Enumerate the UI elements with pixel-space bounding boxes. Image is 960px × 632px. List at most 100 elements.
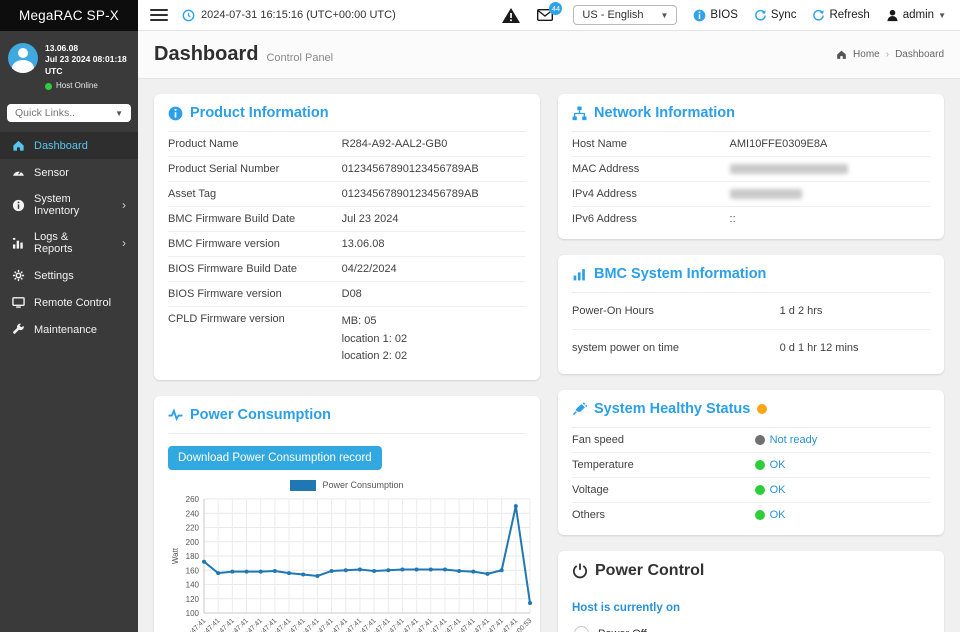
row-value: :: bbox=[730, 213, 930, 225]
sync-icon bbox=[754, 9, 767, 22]
sidebar-item-maintenance[interactable]: Maintenance bbox=[0, 316, 138, 343]
sync-button[interactable]: Sync bbox=[754, 9, 797, 22]
legend-swatch bbox=[290, 480, 316, 491]
breadcrumb-home[interactable]: Home bbox=[853, 49, 880, 60]
svg-text:240: 240 bbox=[186, 509, 200, 518]
wrench-icon bbox=[12, 323, 25, 336]
card-title: System Healthy Status bbox=[594, 401, 750, 417]
user-icon bbox=[886, 9, 899, 22]
bmc-system-information-card: BMC System Information Power-On Hours 1 … bbox=[558, 255, 944, 374]
card-title: Power Control bbox=[595, 562, 704, 580]
brand-logo: MegaRAC SP-X bbox=[0, 0, 138, 31]
table-row: CPLD Firmware version MB: 05 location 1:… bbox=[168, 307, 526, 372]
sidebar-item-label: System Inventory bbox=[34, 193, 104, 217]
svg-text:160: 160 bbox=[186, 566, 200, 575]
sidebar-item-sensor[interactable]: Sensor bbox=[0, 159, 138, 186]
status-badge[interactable]: OK bbox=[770, 459, 786, 471]
row-label: IPv4 Address bbox=[572, 188, 730, 200]
power-control-card: Power Control Host is currently on Power… bbox=[558, 551, 944, 632]
ipv4-address-redacted bbox=[730, 189, 802, 199]
row-value: MB: 05 location 1: 02 location 2: 02 bbox=[342, 313, 526, 366]
sidebar-item-system-inventory[interactable]: System Inventory › bbox=[0, 186, 138, 224]
row-label: BIOS Firmware Build Date bbox=[168, 263, 342, 275]
quick-links-placeholder: Quick Links.. bbox=[15, 107, 75, 119]
status-badge[interactable]: OK bbox=[770, 509, 786, 521]
svg-text:200: 200 bbox=[186, 538, 200, 547]
power-off-option[interactable]: Power Off bbox=[572, 618, 930, 632]
datetime-text: 2024-07-31 16:15:16 (UTC+00:00 UTC) bbox=[201, 9, 396, 21]
table-row: Temperature OK bbox=[572, 453, 930, 478]
info-icon bbox=[693, 9, 706, 22]
row-label: Product Serial Number bbox=[168, 163, 342, 175]
alert-count-badge: 44 bbox=[549, 2, 562, 15]
sidebar-item-dashboard[interactable]: Dashboard bbox=[0, 132, 138, 159]
network-icon bbox=[572, 106, 587, 121]
clock-icon bbox=[182, 9, 195, 22]
header-datetime: 2024-07-31 16:15:16 (UTC+00:00 UTC) bbox=[182, 9, 396, 22]
chevron-right-icon: › bbox=[122, 236, 126, 250]
power-consumption-card: Power Consumption Download Power Consump… bbox=[154, 396, 540, 632]
status-dot-green bbox=[755, 510, 765, 520]
row-label: Product Name bbox=[168, 138, 342, 150]
quick-links-select[interactable]: Quick Links.. ▼ bbox=[7, 104, 131, 122]
row-value: AMI10FFE0309E8A bbox=[730, 138, 930, 150]
info-icon bbox=[12, 199, 25, 212]
svg-text:180: 180 bbox=[186, 552, 200, 561]
row-label: Asset Tag bbox=[168, 188, 342, 200]
table-row: Product Serial Number 012345678901234567… bbox=[168, 157, 526, 182]
bios-button[interactable]: BIOS bbox=[693, 9, 737, 22]
sidebar-item-logs-reports[interactable]: Logs & Reports › bbox=[0, 224, 138, 262]
sidebar-item-label: Sensor bbox=[34, 167, 69, 179]
refresh-icon bbox=[812, 9, 825, 22]
radio-label: Power Off bbox=[598, 628, 647, 632]
warning-icon[interactable] bbox=[501, 7, 521, 24]
monitor-icon bbox=[12, 296, 25, 309]
notifications-mail[interactable]: 44 bbox=[537, 9, 553, 21]
refresh-button[interactable]: Refresh bbox=[812, 9, 869, 22]
chevron-down-icon: ▼ bbox=[115, 109, 123, 118]
host-status-label: Host Online bbox=[56, 81, 98, 92]
info-icon bbox=[168, 106, 183, 121]
sidebar-item-remote-control[interactable]: Remote Control bbox=[0, 289, 138, 316]
row-label: BMC Firmware version bbox=[168, 238, 342, 250]
product-information-card: Product Information Product Name R284-A9… bbox=[154, 94, 540, 380]
sidebar: 13.06.08 Jul 23 2024 08:01:18 UTC Host O… bbox=[0, 31, 138, 632]
sidebar-item-settings[interactable]: Settings bbox=[0, 262, 138, 289]
bar-chart-icon bbox=[572, 267, 587, 282]
breadcrumb: Home › Dashboard bbox=[836, 49, 944, 60]
row-label: Voltage bbox=[572, 484, 755, 496]
overall-health-dot bbox=[757, 404, 767, 414]
host-power-status: Host is currently on bbox=[572, 602, 930, 614]
page-title: Dashboard bbox=[154, 43, 258, 66]
row-label: MAC Address bbox=[572, 163, 730, 175]
row-label: Others bbox=[572, 509, 755, 521]
svg-text:260: 260 bbox=[186, 495, 200, 504]
hamburger-menu-icon[interactable] bbox=[150, 9, 168, 21]
table-row: BIOS Firmware version D08 bbox=[168, 282, 526, 307]
row-label: Host Name bbox=[572, 138, 730, 150]
svg-text:140: 140 bbox=[186, 580, 200, 589]
system-healthy-status-card: System Healthy Status Fan speed Not read… bbox=[558, 390, 944, 535]
row-label: BIOS Firmware version bbox=[168, 288, 342, 300]
table-row: Host Name AMI10FFE0309E8A bbox=[572, 132, 930, 157]
mac-address-redacted bbox=[730, 164, 848, 174]
status-badge[interactable]: OK bbox=[770, 484, 786, 496]
sidebar-nav: Dashboard Sensor System Inventory › bbox=[0, 132, 138, 343]
row-label: BMC Firmware Build Date bbox=[168, 213, 342, 225]
status-badge[interactable]: Not ready bbox=[770, 434, 818, 446]
card-title: Product Information bbox=[190, 105, 329, 121]
status-dot-green bbox=[755, 460, 765, 470]
download-power-record-button[interactable]: Download Power Consumption record bbox=[168, 446, 382, 470]
home-icon bbox=[12, 139, 25, 152]
chevron-down-icon: ▼ bbox=[938, 11, 946, 20]
language-select[interactable]: US - English ▼ bbox=[573, 5, 677, 25]
row-label: Temperature bbox=[572, 459, 755, 471]
sync-label: Sync bbox=[771, 9, 797, 21]
user-menu[interactable]: admin ▼ bbox=[886, 9, 946, 22]
legend-label: Power Consumption bbox=[322, 480, 403, 490]
bios-label: BIOS bbox=[710, 9, 737, 21]
table-row: BIOS Firmware Build Date 04/22/2024 bbox=[168, 257, 526, 282]
radio-button[interactable] bbox=[574, 626, 589, 632]
network-information-card: Network Information Host Name AMI10FFE03… bbox=[558, 94, 944, 239]
status-dot-green bbox=[755, 485, 765, 495]
